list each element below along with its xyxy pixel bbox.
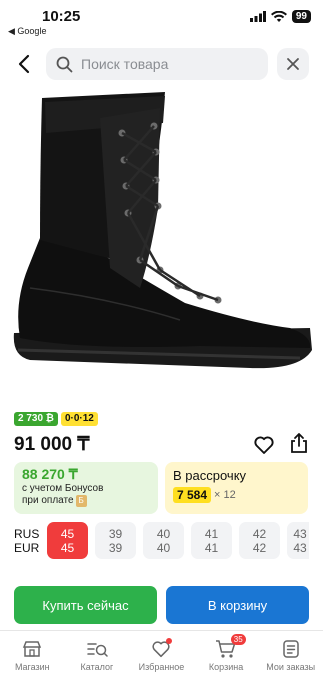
nav-item-orders[interactable]: Мои заказы <box>258 631 323 700</box>
system-icons: 99 <box>249 10 311 23</box>
catalog-search-icon <box>87 643 108 657</box>
size-option[interactable]: 43 43 <box>287 522 309 559</box>
size-eur: 45 <box>60 541 75 555</box>
size-eur: 39 <box>108 541 123 555</box>
bonus-note: с учетом Бонусов при оплате Б <box>22 483 150 507</box>
nav-label-catalog: Каталог <box>80 662 114 672</box>
size-rus: 42 <box>252 527 267 541</box>
installment-card[interactable]: В рассрочку 7 584 × 12 <box>165 462 308 514</box>
product-image[interactable] <box>0 88 323 398</box>
size-option[interactable]: 41 41 <box>191 522 232 559</box>
size-eur: 43 <box>293 541 307 555</box>
shop-icon <box>23 641 42 657</box>
nav-item-catalog[interactable]: Каталог <box>65 631 130 700</box>
size-label-rus: RUS <box>14 527 40 541</box>
size-rus: 39 <box>108 527 123 541</box>
cart-count-badge: 35 <box>230 634 246 645</box>
installment-amount: 7 584 <box>173 487 212 503</box>
installment-row: 7 584 × 12 <box>173 487 300 503</box>
promo-badges: 2 730 ₿ 0·0·12 <box>14 412 98 426</box>
size-selector: 45 45 39 39 40 40 41 41 42 42 43 43 <box>47 522 309 559</box>
size-system-labels: RUS EUR <box>14 527 39 555</box>
bonus-note-line2: при оплате <box>22 495 74 506</box>
heart-icon <box>254 436 274 454</box>
buy-now-button[interactable]: Купить сейчас <box>14 586 157 624</box>
share-button[interactable] <box>288 432 310 454</box>
status-time: 10:25 <box>42 8 81 25</box>
close-icon <box>287 58 299 70</box>
search-icon <box>56 56 73 72</box>
nav-label-orders: Мои заказы <box>266 662 316 672</box>
bonus-badge: 2 730 ₿ <box>14 412 58 426</box>
back-button[interactable] <box>12 52 36 76</box>
bonus-note-line1: с учетом Бонусов <box>22 483 104 494</box>
size-eur: 42 <box>252 541 267 555</box>
nav-item-shop[interactable]: Магазин <box>0 631 65 700</box>
product-price: 91 000 ₸ <box>14 434 90 455</box>
add-to-cart-button[interactable]: В корзину <box>166 586 309 624</box>
size-option[interactable]: 42 42 <box>239 522 280 559</box>
back-to-app-link[interactable]: ◀ Google <box>8 26 46 37</box>
size-option[interactable]: 45 45 <box>47 522 88 559</box>
size-rus: 43 <box>293 527 307 541</box>
size-label-eur: EUR <box>14 541 40 555</box>
nav-item-cart[interactable]: 35 Корзина <box>194 631 259 700</box>
search-box[interactable] <box>46 48 268 80</box>
battery-indicator: 99 <box>291 10 311 23</box>
signal-icon <box>249 11 266 22</box>
bottom-nav: Магазин Каталог Избранное 35 Корзина Мои… <box>0 630 323 700</box>
installment-months: × 12 <box>214 489 236 501</box>
size-rus: 40 <box>156 527 171 541</box>
share-icon <box>291 433 307 453</box>
nav-label-shop: Магазин <box>14 662 50 672</box>
orders-icon <box>282 640 299 658</box>
size-rus: 45 <box>60 527 75 541</box>
size-option[interactable]: 40 40 <box>143 522 184 559</box>
wifi-icon <box>270 10 287 22</box>
close-button[interactable] <box>277 48 309 80</box>
size-eur: 40 <box>156 541 171 555</box>
status-bar: 10:25 ◀ Google 99 <box>0 0 323 40</box>
installment-badge: 0·0·12 <box>60 412 98 426</box>
search-header <box>0 46 323 82</box>
size-eur: 41 <box>204 541 219 555</box>
size-rus: 41 <box>204 527 219 541</box>
search-input[interactable] <box>81 56 251 72</box>
nav-label-cart: Корзина <box>208 662 244 672</box>
chevron-left-icon <box>18 54 30 74</box>
bonus-note-line2-wrap: при оплате Б <box>22 495 150 507</box>
bonus-price-card[interactable]: 88 270 ₸ с учетом Бонусов при оплате Б <box>14 462 158 514</box>
nav-item-favorites[interactable]: Избранное <box>129 631 194 700</box>
installment-title: В рассрочку <box>173 468 247 483</box>
boot-image <box>13 92 313 369</box>
bonus-price: 88 270 ₸ <box>22 466 78 482</box>
size-option[interactable]: 39 39 <box>95 522 136 559</box>
nav-label-favorites: Избранное <box>138 662 185 672</box>
favorite-button[interactable] <box>253 434 275 456</box>
bonus-icon: Б <box>75 495 87 507</box>
